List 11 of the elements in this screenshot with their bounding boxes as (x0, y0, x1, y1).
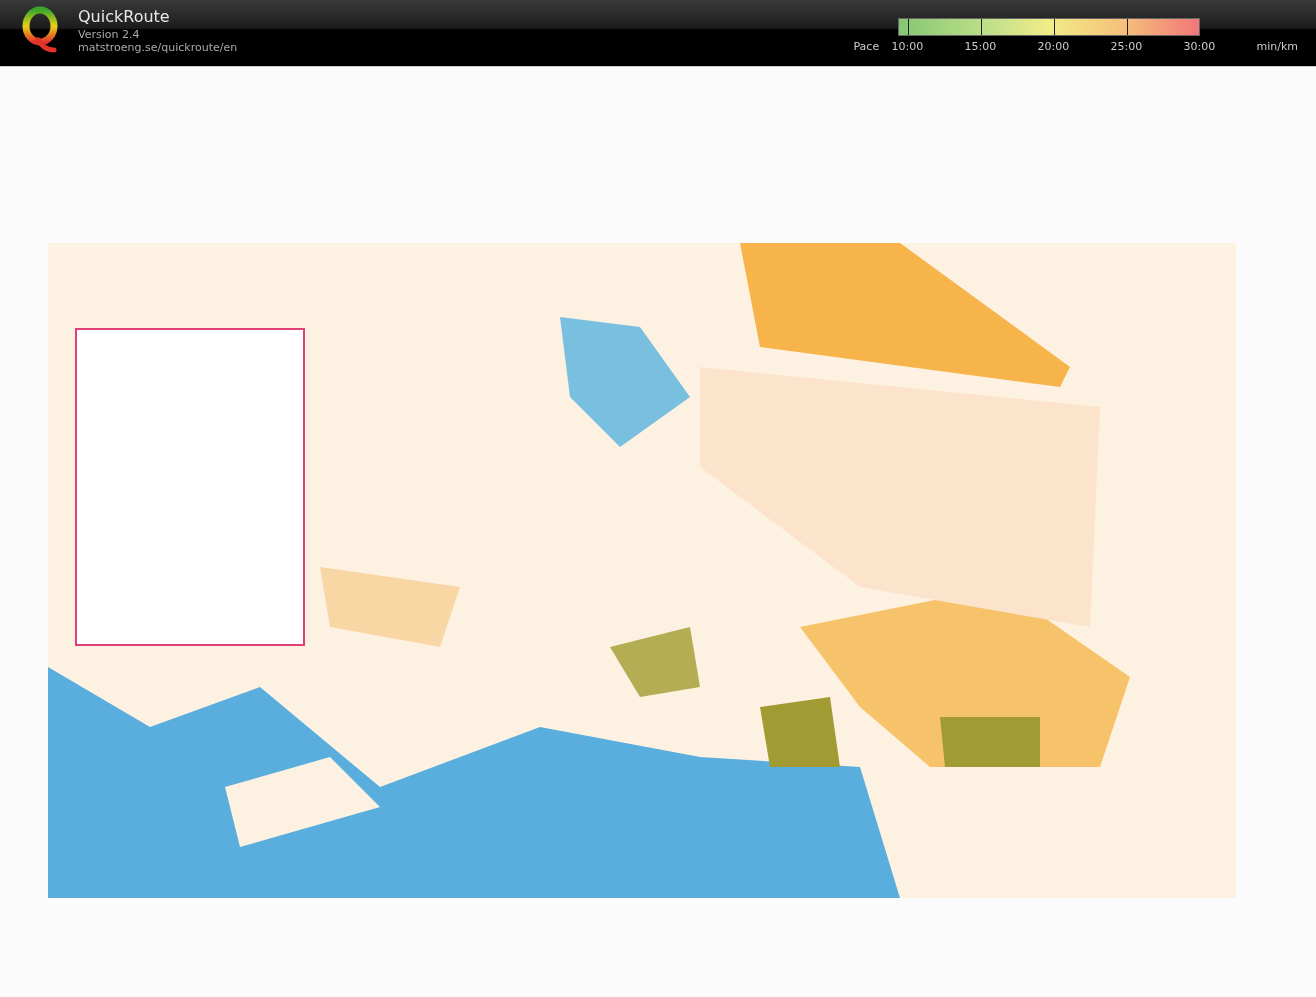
pace-label: Pace (853, 40, 881, 53)
q-logo-icon (20, 6, 60, 54)
website-url: matstroeng.se/quickroute/en (78, 41, 238, 54)
app-title: QuickRoute (78, 6, 171, 28)
version-text: Version 2.4 (78, 28, 141, 41)
pace-tick-label: 15:00 (964, 40, 998, 53)
pace-unit-label: min/km (1256, 40, 1298, 53)
pace-tick-label: 10:00 (891, 40, 925, 53)
pace-tick-label: 25:00 (1110, 40, 1144, 53)
pace-tick-label: 30:00 (1183, 40, 1217, 53)
pace-tick-label: 20:00 (1037, 40, 1071, 53)
